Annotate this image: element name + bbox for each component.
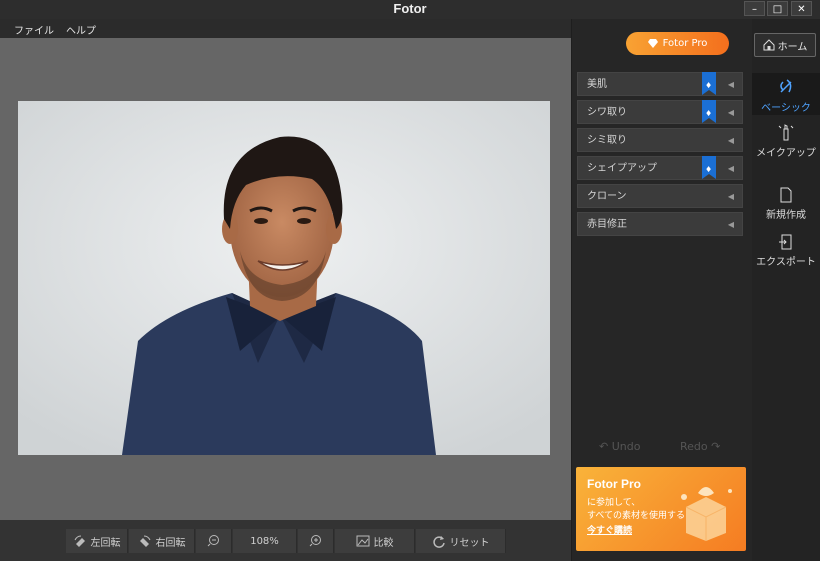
feature-red-eye[interactable]: 赤目修正 ◀ <box>577 212 743 236</box>
undo-button[interactable]: ↶ Undo <box>599 440 640 453</box>
pro-badge-icon: ♦ <box>702 100 716 123</box>
redo-icon: ↷ <box>711 440 721 453</box>
menu-bar: ファイル ヘルプ <box>0 19 571 38</box>
pro-badge-icon: ♦ <box>702 156 716 179</box>
feature-label: シミ取り <box>587 135 627 146</box>
maximize-button[interactable]: □ <box>767 1 788 16</box>
home-button[interactable]: ホーム <box>754 33 816 57</box>
feature-clone[interactable]: クローン ◀ <box>577 184 743 208</box>
rail-makeup-label: メイクアップ <box>756 148 816 159</box>
pro-promo-banner[interactable]: Fotor Pro に参加して、 すべての素材を使用する 今すぐ購読 <box>576 467 746 551</box>
rail-export[interactable]: エクスポート <box>752 234 820 268</box>
home-icon <box>763 39 775 51</box>
undo-label: Undo <box>611 440 641 453</box>
rotate-right-button[interactable]: 右回転 <box>129 529 195 553</box>
menu-file[interactable]: ファイル <box>14 22 54 37</box>
export-icon <box>779 234 792 250</box>
diamond-icon <box>647 39 658 48</box>
fotor-pro-button[interactable]: Fotor Pro <box>626 32 729 55</box>
photo-portrait[interactable] <box>18 101 550 455</box>
expand-arrow-icon: ◀ <box>727 164 734 173</box>
rotate-right-icon <box>139 535 150 547</box>
redo-label: Redo <box>680 440 708 453</box>
close-button[interactable]: ✕ <box>791 1 812 16</box>
editing-canvas[interactable] <box>0 38 571 520</box>
zoom-level: 108% <box>233 529 297 553</box>
feature-label: シェイプアップ <box>587 163 657 174</box>
new-file-icon <box>780 187 792 203</box>
fotor-pro-label: Fotor Pro <box>662 38 708 49</box>
expand-arrow-icon: ◀ <box>727 136 734 145</box>
compare-button[interactable]: 比較 <box>335 529 415 553</box>
zoom-out-icon <box>207 535 219 547</box>
redo-button[interactable]: Redo ↷ <box>680 440 720 453</box>
feature-skin-smoothing[interactable]: 美肌 ♦ ◀ <box>577 72 743 96</box>
mode-rail: ホーム ベーシック メイクアップ 新規作成 エクスポート <box>752 19 820 561</box>
makeup-icon <box>778 124 794 141</box>
feature-label: 美肌 <box>587 79 607 90</box>
bottom-toolbar: 左回転 右回転 108% 比較 リセット <box>0 520 571 561</box>
feature-label: 赤目修正 <box>587 219 627 230</box>
minimize-button[interactable]: – <box>744 1 765 16</box>
expand-arrow-icon: ◀ <box>727 220 734 229</box>
promo-line-1: に参加して、 <box>587 498 641 508</box>
window-title: Fotor <box>393 1 427 16</box>
rail-makeup[interactable]: メイクアップ <box>752 123 820 159</box>
menu-help[interactable]: ヘルプ <box>66 22 96 37</box>
zoom-in-button[interactable] <box>298 529 334 553</box>
tools-panel: Fotor Pro 美肌 ♦ ◀ シワ取り ♦ ◀ シミ取り ◀ シェイプアップ… <box>571 19 752 561</box>
reset-label: リセット <box>449 537 490 549</box>
rail-basic-label: ベーシック <box>761 103 811 114</box>
rotate-right-label: 右回転 <box>155 537 186 549</box>
expand-arrow-icon: ◀ <box>727 192 734 201</box>
rail-export-label: エクスポート <box>756 257 816 268</box>
zoom-out-button[interactable] <box>196 529 232 553</box>
feature-wrinkle-removal[interactable]: シワ取り ♦ ◀ <box>577 100 743 124</box>
reset-button[interactable]: リセット <box>416 529 506 553</box>
expand-arrow-icon: ◀ <box>727 108 734 117</box>
rail-new-label: 新規作成 <box>766 210 806 221</box>
rotate-left-button[interactable]: 左回転 <box>66 529 128 553</box>
home-label: ホーム <box>777 41 808 53</box>
expand-arrow-icon: ◀ <box>727 80 734 89</box>
feature-label: シワ取り <box>587 107 627 118</box>
rail-basic[interactable]: ベーシック <box>752 73 820 115</box>
compare-icon <box>356 535 369 547</box>
gift-box-icon <box>681 487 732 541</box>
feature-reshape[interactable]: シェイプアップ ♦ ◀ <box>577 156 743 180</box>
undo-redo-row: ↶ Undo Redo ↷ <box>572 437 753 459</box>
pro-badge-icon: ♦ <box>702 72 716 95</box>
basic-icon <box>780 79 792 93</box>
zoom-in-icon <box>309 535 321 547</box>
promo-title: Fotor Pro <box>587 477 641 491</box>
rotate-left-label: 左回転 <box>90 537 121 549</box>
promo-line-2: すべての素材を使用する <box>587 511 686 521</box>
rail-new[interactable]: 新規作成 <box>752 187 820 221</box>
reset-icon <box>432 536 445 548</box>
promo-subscribe-link[interactable]: 今すぐ購読 <box>587 523 632 536</box>
title-bar: Fotor – □ ✕ <box>0 0 820 19</box>
feature-label: クローン <box>587 191 627 202</box>
rotate-left-icon <box>74 535 85 547</box>
feature-blemish-removal[interactable]: シミ取り ◀ <box>577 128 743 152</box>
undo-icon: ↶ <box>599 440 609 453</box>
compare-label: 比較 <box>373 537 394 549</box>
zoom-value: 108% <box>250 535 279 547</box>
